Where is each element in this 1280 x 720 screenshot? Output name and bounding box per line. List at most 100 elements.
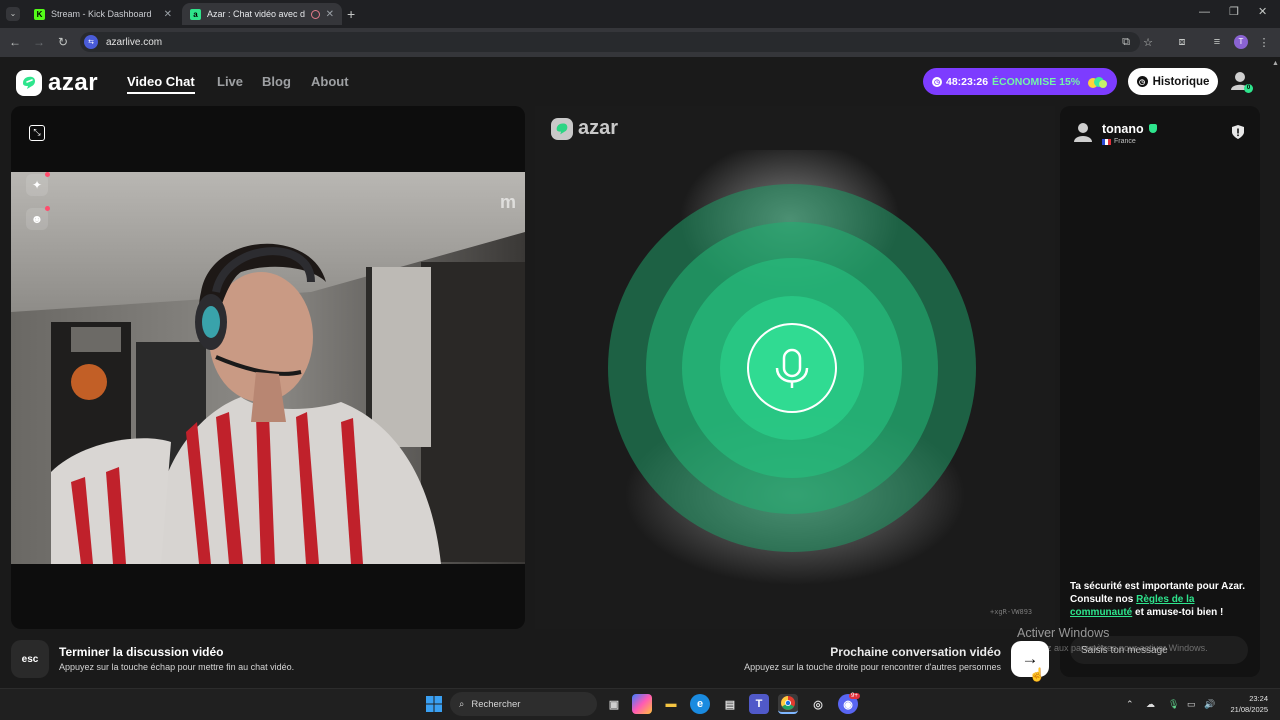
close-tab-icon[interactable]: ✕ <box>326 9 334 20</box>
arrow-right-icon: → <box>1021 649 1039 668</box>
minimize-icon[interactable]: — <box>1199 6 1210 18</box>
center-wordmark: azar <box>578 117 619 139</box>
site-info-icon[interactable]: ⇆ <box>84 35 98 49</box>
azar-favicon-icon: a <box>190 8 201 20</box>
forward-icon[interactable]: → <box>32 35 46 49</box>
promo-timer: 48:23:26 <box>946 75 989 88</box>
tab-title: Azar : Chat vidéo avec de nouvelles <box>207 9 305 19</box>
tray-mic-icon[interactable]: 🎙 <box>1168 699 1179 710</box>
history-label: Historique <box>1152 75 1210 88</box>
center-azar-logo: azar <box>551 117 618 140</box>
azar-logo[interactable]: azar <box>16 69 98 97</box>
esc-button[interactable]: esc <box>11 640 49 678</box>
clock-time: 23:24 <box>1249 694 1268 703</box>
azar-wordmark: azar <box>48 69 99 96</box>
browser-menu-icon[interactable]: ⋮ <box>1257 36 1271 49</box>
history-button[interactable]: ◷ Historique <box>1128 68 1218 95</box>
store-icon[interactable]: ▤ <box>720 694 740 714</box>
effects-button[interactable]: ✦ <box>26 172 50 196</box>
tray-volume-icon[interactable]: 🔊 <box>1204 699 1215 710</box>
report-button[interactable] <box>1230 124 1246 140</box>
mouse-cursor-icon: ☝ <box>1029 667 1046 682</box>
scrollbar-up-icon[interactable]: ▲ <box>1272 60 1279 70</box>
tray-chevron-icon[interactable]: ⌃ <box>1126 699 1134 710</box>
end-chat-title: Terminer la discussion vidéo <box>59 645 224 659</box>
bookmark-star-icon[interactable]: ☆ <box>1141 36 1155 49</box>
end-chat-hint: Appuyez sur la touche échap pour mettre … <box>59 662 295 672</box>
peer-name: tonano <box>1102 122 1158 136</box>
session-id: +xgR-VW893 <box>990 608 1033 616</box>
close-window-icon[interactable]: ✕ <box>1258 5 1267 18</box>
nav-about[interactable]: About <box>311 74 349 89</box>
tray-display-icon[interactable]: ▭ <box>1187 699 1196 710</box>
sparkle-icon: ✦ <box>31 178 43 192</box>
edge-icon[interactable]: e <box>690 694 710 714</box>
user-profile-button[interactable]: 0 <box>1230 70 1253 93</box>
tray-cloud-icon[interactable]: ☁ <box>1146 699 1155 710</box>
reload-icon[interactable]: ↻ <box>56 35 70 49</box>
taskbar-clock[interactable]: 23:24 21/08/2025 <box>1220 693 1268 715</box>
browser-profile-avatar[interactable]: T <box>1234 35 1248 49</box>
peer-avatar <box>1073 121 1093 143</box>
face-icon: ☻ <box>30 212 44 226</box>
watermark-logo: m <box>500 192 517 212</box>
peer-country-text: France <box>1114 138 1136 145</box>
copilot-icon[interactable] <box>632 694 652 714</box>
filters-button[interactable]: ☻ <box>26 206 50 230</box>
promo-offer: ÉCONOMISE 15% <box>992 75 1081 88</box>
url-text: azarlive.com <box>106 36 163 48</box>
nav-live[interactable]: Live <box>217 74 243 89</box>
recording-icon <box>310 9 320 19</box>
extensions-icon[interactable]: ⧈ <box>1175 36 1189 49</box>
activate-windows-title: Activer Windows <box>1017 626 1110 640</box>
webcam-image <box>11 172 525 564</box>
notification-dot <box>45 206 50 211</box>
peer-name-text: tonano <box>1102 122 1144 136</box>
task-view-icon[interactable]: ▣ <box>604 694 624 714</box>
peer-country: France <box>1102 138 1136 145</box>
azar-logo-icon <box>551 117 573 140</box>
safety-text-end: et amuse-toi bien ! <box>1132 607 1224 618</box>
next-chat-hint: Appuyez sur la touche droite pour rencon… <box>744 662 1001 672</box>
clock-date: 21/08/2025 <box>1230 705 1268 714</box>
windows-start-icon[interactable] <box>424 694 444 714</box>
next-chat-title: Prochaine conversation vidéo <box>830 645 1001 659</box>
search-placeholder: Rechercher <box>471 698 521 710</box>
local-camera-feed <box>11 172 525 564</box>
azar-logo-icon <box>16 70 42 96</box>
safety-notice: Ta sécurité est importante pour Azar. Co… <box>1070 580 1252 619</box>
voice-pulse-animation <box>608 150 976 585</box>
history-clock-icon: ◷ <box>1136 76 1148 87</box>
install-app-icon[interactable]: ⧉ <box>1119 36 1133 49</box>
chrome-icon[interactable] <box>778 694 798 714</box>
verified-shield-icon <box>1149 124 1158 133</box>
back-icon[interactable]: ← <box>8 35 22 49</box>
france-flag-icon <box>1102 138 1111 145</box>
new-tab-button[interactable]: + <box>347 6 355 22</box>
address-bar[interactable]: ⇆ azarlive.com <box>80 32 1140 52</box>
clock-icon: ◷ <box>932 76 942 87</box>
tab-title: Stream - Kick Dashboard <box>51 9 152 19</box>
maximize-icon[interactable]: ❐ <box>1229 5 1239 18</box>
obs-icon[interactable]: ◎ <box>808 694 828 714</box>
teams-icon[interactable]: T <box>749 694 769 714</box>
promo-timer-button[interactable]: ◷ 48:23:26 ÉCONOMISE 15% <box>923 68 1117 95</box>
notification-dot <box>45 172 50 177</box>
report-shield-icon <box>1232 125 1244 139</box>
reading-list-icon[interactable]: ≡ <box>1210 36 1224 48</box>
file-explorer-icon[interactable]: ▬ <box>661 694 681 714</box>
nav-video-chat[interactable]: Video Chat <box>127 74 195 94</box>
tab-azar[interactable]: a Azar : Chat vidéo avec de nouvelles ✕ <box>182 3 342 25</box>
discord-badge: 9+ <box>849 693 860 699</box>
taskbar-search[interactable]: ⌕ Rechercher <box>450 692 597 716</box>
gems-icon <box>1086 75 1108 89</box>
search-icon: ⌕ <box>459 698 465 710</box>
peer-avatar-icon <box>1074 123 1092 142</box>
tab-search-icon[interactable]: ⌄ <box>6 7 20 21</box>
tab-kick-dashboard[interactable]: K Stream - Kick Dashboard ✕ <box>26 3 180 25</box>
profile-badge: 0 <box>1244 84 1253 93</box>
kick-favicon-icon: K <box>34 8 45 20</box>
close-tab-icon[interactable]: ✕ <box>164 9 172 20</box>
minimize-video-icon[interactable]: ⤡ <box>29 125 45 141</box>
nav-blog[interactable]: Blog <box>262 74 291 89</box>
